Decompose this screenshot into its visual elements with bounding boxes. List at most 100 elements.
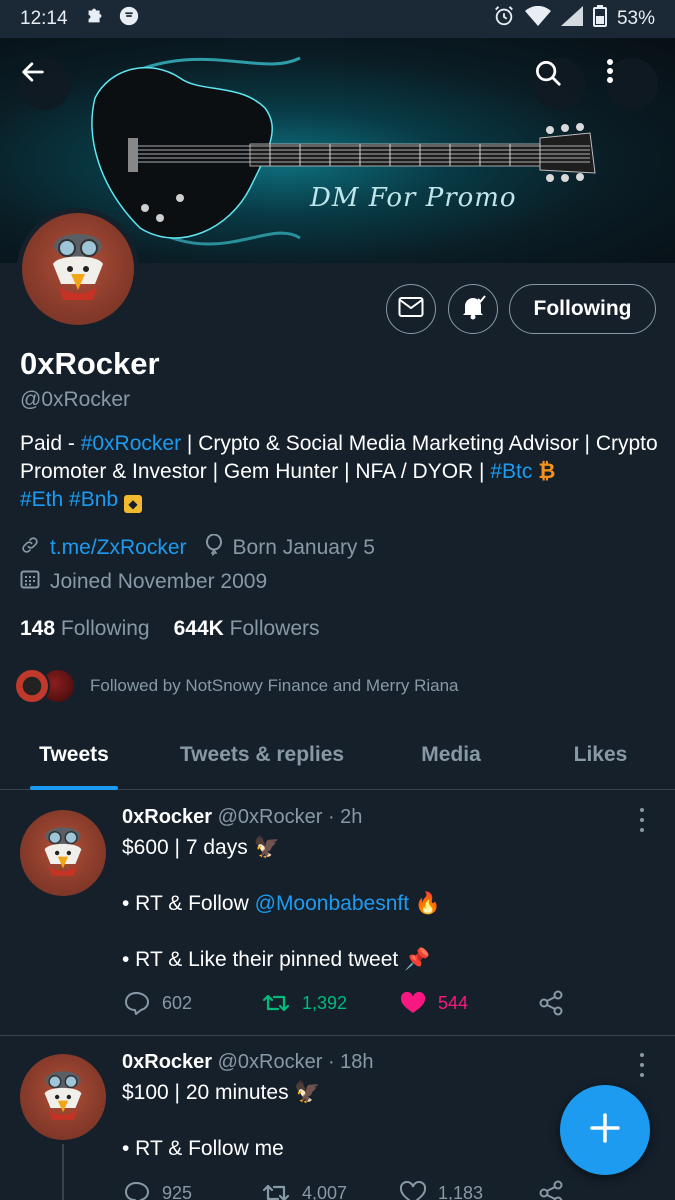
following-count[interactable]: 148 Following	[20, 617, 150, 641]
message-button[interactable]	[386, 284, 436, 334]
more-options-button[interactable]	[606, 58, 658, 110]
wifi-icon	[524, 5, 551, 32]
tweet-header: 0xRocker @0xRocker · 18h	[122, 1051, 374, 1074]
binance-emoji-icon: ◆	[123, 495, 142, 513]
tweet-line: • RT & Follow @Moonbabesnft 🔥	[122, 890, 642, 918]
followed-by-text: Followed by NotSnowy Finance and Merry R…	[90, 676, 459, 695]
tweet-line: $100 | 20 minutes 🦅	[122, 1081, 321, 1104]
follow-counts: 148 Following 644K Followers	[20, 617, 320, 641]
tweet-more-button[interactable]	[632, 1051, 652, 1079]
tweet-line-text: • RT & Follow	[122, 892, 255, 915]
puzzle-icon	[84, 5, 106, 33]
hashtag-link[interactable]: #Bnb	[69, 488, 118, 511]
hashtag-link[interactable]: #0xRocker	[81, 432, 181, 455]
profile-avatar[interactable]	[17, 208, 139, 330]
tweet-line: • RT & Like their pinned tweet 📌	[122, 948, 431, 971]
compose-tweet-button[interactable]	[560, 1085, 650, 1175]
tweet-more-button[interactable]	[632, 806, 652, 834]
following-count-value: 148	[20, 617, 56, 640]
tweet-author-handle: @0xRocker	[217, 806, 323, 828]
battery-percent: 53%	[616, 8, 655, 29]
profile-meta: t.me/ZxRocker Born January 5	[20, 533, 375, 562]
like-count: 544	[438, 992, 469, 1013]
thread-line	[62, 1144, 64, 1200]
hashtag-link[interactable]: #Btc	[490, 460, 532, 483]
followers-count[interactable]: 644K Followers	[174, 617, 320, 641]
tweet-line: $600 | 7 days 🦅	[122, 836, 280, 859]
birthday-text: Born January 5	[232, 536, 375, 559]
profile-tabs: Tweets Tweets & replies Media Likes	[0, 720, 675, 790]
chat-bubble-icon	[118, 5, 140, 33]
following-button[interactable]: Following	[509, 284, 656, 334]
tweet-author-name[interactable]: 0xRocker	[122, 1051, 212, 1073]
tab-tweets[interactable]: Tweets	[0, 720, 148, 790]
like-count: 1,183	[438, 1182, 484, 1200]
profile-handle: @0xRocker	[20, 388, 131, 411]
reply-button[interactable]: 925	[124, 1181, 262, 1200]
alarm-icon	[493, 5, 515, 33]
tweet-avatar[interactable]	[20, 810, 106, 896]
link-icon	[20, 535, 40, 561]
tweet-time: · 18h	[327, 1051, 374, 1073]
tweet-author-name[interactable]: 0xRocker	[122, 806, 212, 828]
profile-bio: Paid - #0xRocker | Crypto & Social Media…	[20, 430, 660, 514]
share-button[interactable]	[538, 1180, 675, 1200]
followers-count-label: Followers	[229, 617, 320, 640]
bell-check-icon	[459, 293, 487, 326]
notifications-button[interactable]	[448, 284, 498, 334]
balloon-icon	[205, 533, 223, 562]
retweet-icon	[262, 994, 290, 1012]
tweet-divider	[0, 1035, 675, 1036]
retweet-icon	[262, 1184, 290, 1200]
like-button[interactable]: 1,183	[400, 1181, 538, 1200]
followed-by-row[interactable]: Followed by NotSnowy Finance and Merry R…	[14, 668, 459, 704]
following-count-label: Following	[60, 617, 150, 640]
follower-avatar	[14, 668, 50, 704]
tab-likes[interactable]: Likes	[526, 720, 675, 790]
tweet-actions: 925 4,007 1,183	[124, 1180, 675, 1200]
eagle-avatar-icon	[22, 213, 134, 325]
reply-count: 925	[162, 1182, 193, 1200]
status-bar: 12:14 53%	[0, 0, 675, 38]
banner-text: DM For Promo	[310, 183, 517, 213]
share-button[interactable]	[538, 990, 675, 1016]
reply-icon	[125, 1182, 149, 1200]
tweet-text: $600 | 7 days 🦅 • RT & Follow @Moonbabes…	[122, 834, 642, 974]
retweet-button[interactable]: 1,392	[262, 992, 400, 1014]
tweet-actions: 602 1,392 544	[124, 990, 675, 1016]
tweet-author-handle: @0xRocker	[217, 1051, 323, 1073]
like-button[interactable]: 544	[400, 991, 538, 1015]
tweet-time: · 2h	[327, 806, 363, 828]
heart-filled-icon	[400, 991, 426, 1013]
bitcoin-emoji-icon: ₿	[538, 460, 556, 483]
website-link[interactable]: t.me/ZxRocker	[50, 536, 187, 560]
reply-button[interactable]: 602	[124, 991, 262, 1015]
reply-count: 602	[162, 992, 193, 1013]
share-icon	[539, 1180, 563, 1200]
heart-outline-icon	[400, 1181, 426, 1200]
retweet-count: 1,392	[302, 992, 348, 1013]
search-button[interactable]	[533, 58, 585, 110]
calendar-icon	[20, 569, 40, 595]
envelope-icon	[398, 296, 424, 323]
tab-tweets-replies[interactable]: Tweets & replies	[148, 720, 376, 790]
back-button[interactable]	[19, 58, 71, 110]
retweet-button[interactable]: 4,007	[262, 1182, 400, 1200]
profile-name: 0xRocker	[20, 346, 160, 381]
mention-link[interactable]: @Moonbabesnft	[255, 892, 409, 915]
joined-text: Joined November 2009	[50, 570, 268, 593]
hashtag-link[interactable]: #Eth	[20, 488, 63, 511]
joined-row: Joined November 2009	[20, 569, 267, 595]
tab-media[interactable]: Media	[376, 720, 526, 790]
battery-icon	[592, 5, 607, 33]
plus-icon	[588, 1111, 622, 1150]
bio-text: Paid -	[20, 432, 81, 455]
tweet-header: 0xRocker @0xRocker · 2h	[122, 806, 362, 829]
share-icon	[539, 990, 563, 1016]
status-time: 12:14	[20, 8, 68, 29]
followers-count-value: 644K	[173, 617, 224, 640]
tweet-avatar[interactable]	[20, 1054, 106, 1140]
signal-icon	[560, 6, 583, 32]
retweet-count: 4,007	[302, 1182, 348, 1200]
tweet-line-text: 🔥	[409, 892, 442, 915]
